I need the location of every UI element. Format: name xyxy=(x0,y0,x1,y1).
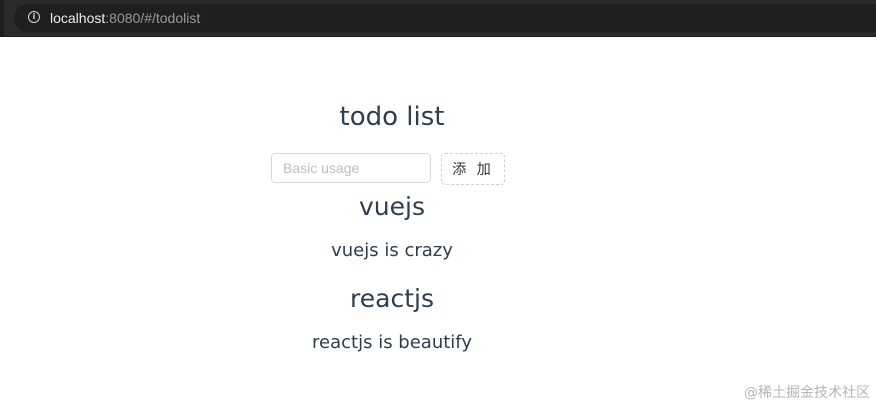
browser-address-bar: i localhost:8080/#/todolist xyxy=(0,0,876,37)
url-host: localhost xyxy=(50,10,106,26)
watermark: @稀土掘金技术社区 xyxy=(744,385,870,401)
todo-app: todo list 添 加 vuejs vuejs is crazy react… xyxy=(0,37,876,406)
page-title: todo list xyxy=(339,102,445,132)
window-edge xyxy=(0,0,4,36)
todo-list: vuejs vuejs is crazy reactjs reactjs is … xyxy=(242,189,542,373)
site-info-icon[interactable]: i xyxy=(28,11,40,23)
todo-input[interactable] xyxy=(271,153,431,183)
url-text[interactable]: localhost:8080/#/todolist xyxy=(50,9,200,27)
todo-item-title: reactjs xyxy=(350,284,434,313)
url-path: :8080/#/todolist xyxy=(105,10,201,26)
todo-item: reactjs reactjs is beautify xyxy=(242,281,542,355)
todo-item-description: vuejs is crazy xyxy=(331,240,453,261)
todo-item: vuejs vuejs is crazy xyxy=(242,189,542,263)
todo-item-description: reactjs is beautify xyxy=(312,332,472,353)
todo-item-title: vuejs xyxy=(359,192,425,221)
add-button[interactable]: 添 加 xyxy=(441,153,505,185)
